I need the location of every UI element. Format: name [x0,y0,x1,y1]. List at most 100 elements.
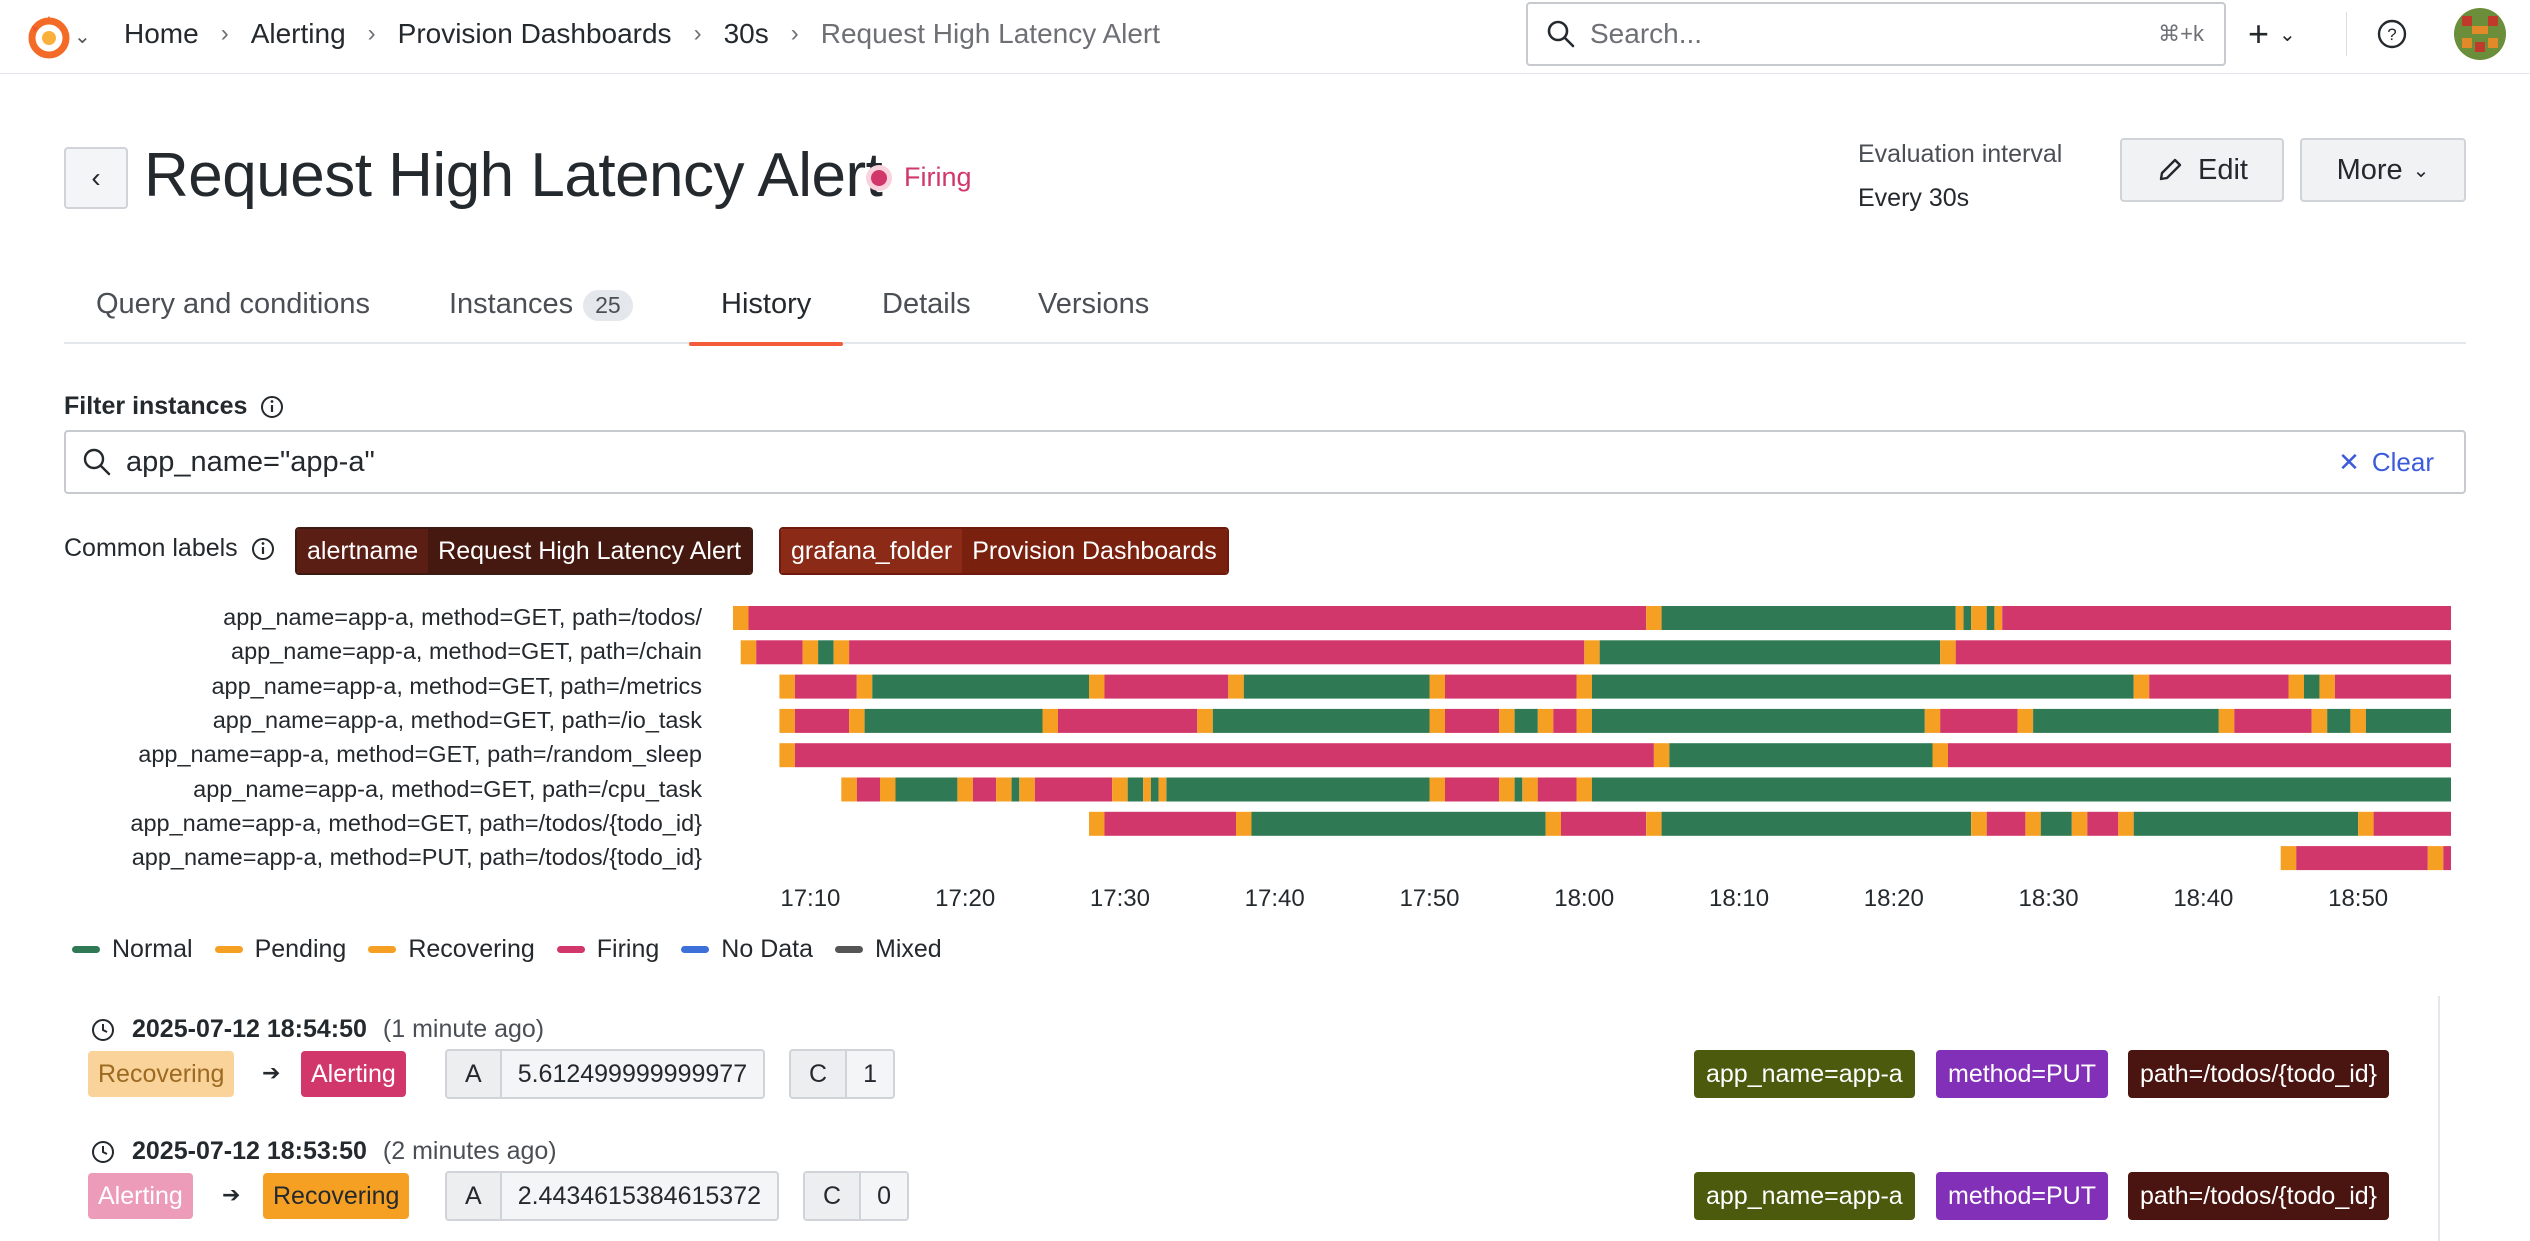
timeline-segment[interactable] [1986,811,2026,836]
timeline-segment[interactable] [2427,846,2444,871]
timeline-segment[interactable] [1089,811,1105,836]
legend-item-pending[interactable]: Pending [214,935,346,964]
timeline-segment[interactable] [2218,708,2235,733]
timeline-segment[interactable] [756,640,803,665]
tab-query-and-conditions[interactable]: Query and conditions [96,288,370,344]
timeline-segment[interactable] [2017,708,2034,733]
timeline-segment[interactable] [1537,777,1577,802]
timeline-segment[interactable] [748,606,1647,630]
timeline-segment[interactable] [740,640,757,665]
legend-item-nodata[interactable]: No Data [681,935,813,964]
timeline-segment[interactable] [1669,743,1933,768]
timeline-segment[interactable] [1228,674,1244,699]
timeline-segment[interactable] [2040,811,2072,836]
timeline-segment[interactable] [1986,606,1995,630]
tab-details[interactable]: Details [882,288,971,344]
timeline-segment[interactable] [2149,674,2289,699]
timeline-segment[interactable] [818,640,834,665]
timeline-segment[interactable] [2373,811,2451,836]
timeline-segment[interactable] [779,674,795,699]
timeline-segment[interactable] [972,777,997,802]
timeline-segment[interactable] [1445,674,1577,699]
timeline-segment[interactable] [1955,640,2451,665]
timeline-segment[interactable] [1592,708,1925,733]
timeline-segment[interactable] [1042,708,1059,733]
timeline-segment[interactable] [1971,606,1987,630]
timeline-segment[interactable] [779,708,795,733]
filter-instances-input[interactable]: app_name="app-a" ✕ Clear [64,430,2466,494]
timeline-segment[interactable] [1251,811,1546,836]
timeline-segment[interactable] [1127,777,1144,802]
timeline-segment[interactable] [957,777,973,802]
breadcrumb-group[interactable]: 30s [724,18,769,50]
avatar[interactable] [2454,8,2506,60]
timeline-segment[interactable] [2133,674,2150,699]
timeline-segment[interactable] [1584,640,1600,665]
info-icon[interactable] [250,536,276,562]
timeline-segment[interactable] [1553,708,1577,733]
timeline-segment[interactable] [2002,606,2451,630]
timeline-segment[interactable] [1212,708,1430,733]
timeline-segment[interactable] [1592,674,2134,699]
timeline-segment[interactable] [1011,777,1020,802]
timeline-segment[interactable] [1104,674,1229,699]
timeline-segment[interactable] [1576,777,1593,802]
timeline-segment[interactable] [1158,777,1167,802]
timeline-segment[interactable] [1034,777,1113,802]
timeline-segment[interactable] [1104,811,1237,836]
timeline-segment[interactable] [1653,743,1670,768]
timeline-segment[interactable] [2304,674,2320,699]
timeline-segment[interactable] [1150,777,1159,802]
help-icon[interactable]: ? [2376,18,2408,50]
timeline-segment[interactable] [856,777,880,802]
timeline-segment[interactable] [841,777,857,802]
tab-instances[interactable]: Instances 25 [449,288,633,344]
timeline-segment[interactable] [1646,606,1662,630]
timeline-segment[interactable] [794,743,1654,768]
timeline-segment[interactable] [1166,777,1430,802]
timeline-segment[interactable] [2350,708,2366,733]
timeline-segment[interactable] [802,640,819,665]
tab-versions[interactable]: Versions [1038,288,1149,344]
history-scrollbar[interactable] [2438,996,2466,1241]
new-button[interactable]: + ⌄ [2248,13,2296,54]
timeline-segment[interactable] [1143,777,1151,802]
timeline-segment[interactable] [1948,743,2451,768]
timeline-segment[interactable] [1429,708,1446,733]
timeline-segment[interactable] [849,640,1585,665]
timeline-segment[interactable] [1599,640,1941,665]
timeline-segment[interactable] [880,777,896,802]
edit-button[interactable]: Edit [2120,138,2284,202]
timeline-segment[interactable] [1576,708,1593,733]
timeline-segment[interactable] [2118,811,2134,836]
timeline-segment[interactable] [1499,708,1515,733]
breadcrumb-folder[interactable]: Provision Dashboards [398,18,672,50]
timeline-segment[interactable] [2288,674,2305,699]
clear-button[interactable]: ✕ Clear [2338,447,2434,478]
timeline-segment[interactable] [1522,777,1538,802]
timeline-segment[interactable] [2327,708,2351,733]
timeline-segment[interactable] [1932,743,1949,768]
timeline-segment[interactable] [1112,777,1128,802]
info-icon[interactable] [259,394,285,420]
more-button[interactable]: More ⌄ [2300,138,2466,202]
timeline-segment[interactable] [794,674,857,699]
tab-history[interactable]: History [689,288,844,346]
timeline-segment[interactable] [1019,777,1035,802]
timeline-segment[interactable] [1243,674,1430,699]
timeline-segment[interactable] [833,640,850,665]
timeline-segment[interactable] [849,708,865,733]
timeline-segment[interactable] [1661,811,1972,836]
breadcrumb-alerting[interactable]: Alerting [251,18,346,50]
timeline-segment[interactable] [1646,811,1662,836]
timeline-segment[interactable] [1445,708,1500,733]
timeline-segment[interactable] [1940,640,1956,665]
timeline-segment[interactable] [2033,708,2219,733]
breadcrumb-home[interactable]: Home [124,18,199,50]
timeline-segment[interactable] [1537,708,1554,733]
timeline-segment[interactable] [1429,674,1446,699]
timeline-segment[interactable] [2296,846,2428,871]
timeline-segment[interactable] [1429,777,1446,802]
timeline-segment[interactable] [1445,777,1500,802]
grafana-logo-icon[interactable] [24,12,74,62]
